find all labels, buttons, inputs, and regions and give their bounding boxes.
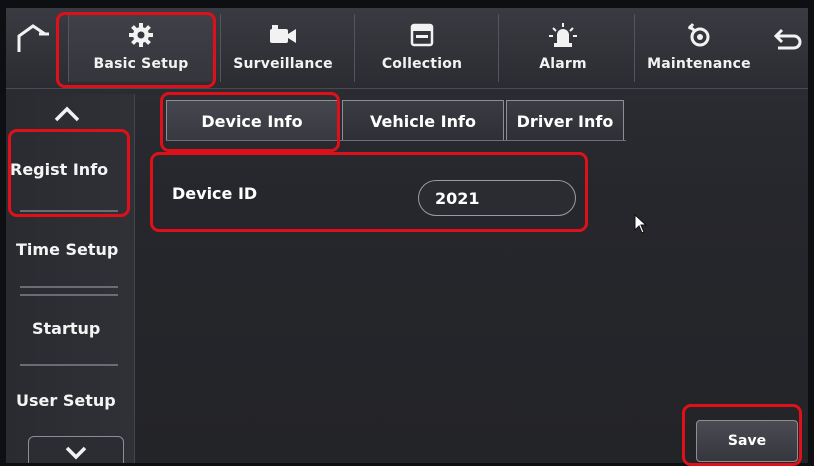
- tab-device-info[interactable]: Device Info: [166, 100, 338, 141]
- sidebar-item-label: User Setup: [16, 390, 116, 410]
- storage-icon: [410, 23, 434, 47]
- back-button[interactable]: [772, 26, 802, 62]
- chevron-up-icon: [54, 106, 80, 122]
- nav-tab-label: Collection: [381, 56, 463, 72]
- device-id-input[interactable]: 2021: [418, 180, 576, 216]
- nav-tab-basic-setup[interactable]: Basic Setup: [68, 14, 213, 82]
- sidebar-divider: [20, 286, 118, 288]
- scroll-down-button[interactable]: [28, 436, 124, 463]
- sidebar-item-regist-info[interactable]: Regist Info: [6, 146, 136, 192]
- tab-label: Device Info: [201, 111, 303, 131]
- nav-tab-label: Surveillance: [233, 56, 333, 72]
- sidebar-item-startup[interactable]: Startup: [6, 306, 158, 350]
- home-button[interactable]: [12, 22, 58, 72]
- nav-tab-maintenance[interactable]: Maintenance: [634, 14, 763, 82]
- maintenance-icon: [687, 23, 710, 47]
- sidebar-divider: [20, 364, 118, 366]
- sidebar-divider: [20, 210, 118, 212]
- tab-driver-info[interactable]: Driver Info: [506, 100, 624, 141]
- sidebar-item-time-setup[interactable]: Time Setup: [6, 226, 142, 272]
- nav-tab-label: Basic Setup: [93, 56, 189, 72]
- mouse-pointer-icon: [634, 213, 648, 238]
- sidebar-item-label: Regist Info: [10, 159, 109, 179]
- nav-tab-alarm[interactable]: Alarm: [498, 14, 627, 82]
- nav-tab-surveillance[interactable]: Surveillance: [220, 14, 345, 82]
- camera-icon: [270, 25, 296, 43]
- sidebar: Regist Info Time Setup Startup User Setu…: [6, 94, 135, 463]
- nav-tab-label: Maintenance: [647, 56, 751, 72]
- tab-vehicle-info[interactable]: Vehicle Info: [342, 100, 504, 141]
- sidebar-item-label: Startup: [32, 318, 101, 338]
- top-nav-bar: Basic Setup Surveillance Collection Alar…: [6, 8, 808, 89]
- nav-tab-label: Alarm: [539, 56, 587, 72]
- nav-tab-collection[interactable]: Collection: [354, 14, 489, 82]
- save-button[interactable]: Save: [696, 420, 798, 462]
- back-arrow-icon: [773, 28, 802, 50]
- scroll-up-button[interactable]: [42, 98, 92, 128]
- gear-icon: [129, 23, 153, 47]
- device-screen: Basic Setup Surveillance Collection Alar…: [6, 8, 808, 463]
- sidebar-divider: [20, 294, 118, 296]
- home-icon: [17, 24, 49, 52]
- sidebar-item-user-setup[interactable]: User Setup: [6, 378, 142, 422]
- chevron-down-icon: [65, 446, 87, 460]
- tab-label: Vehicle Info: [370, 111, 476, 131]
- device-id-label: Device ID: [172, 184, 258, 203]
- tab-label: Driver Info: [516, 111, 614, 131]
- tab-divider: [166, 140, 626, 141]
- alarm-light-icon: [549, 23, 577, 47]
- sidebar-item-label: Time Setup: [16, 239, 119, 259]
